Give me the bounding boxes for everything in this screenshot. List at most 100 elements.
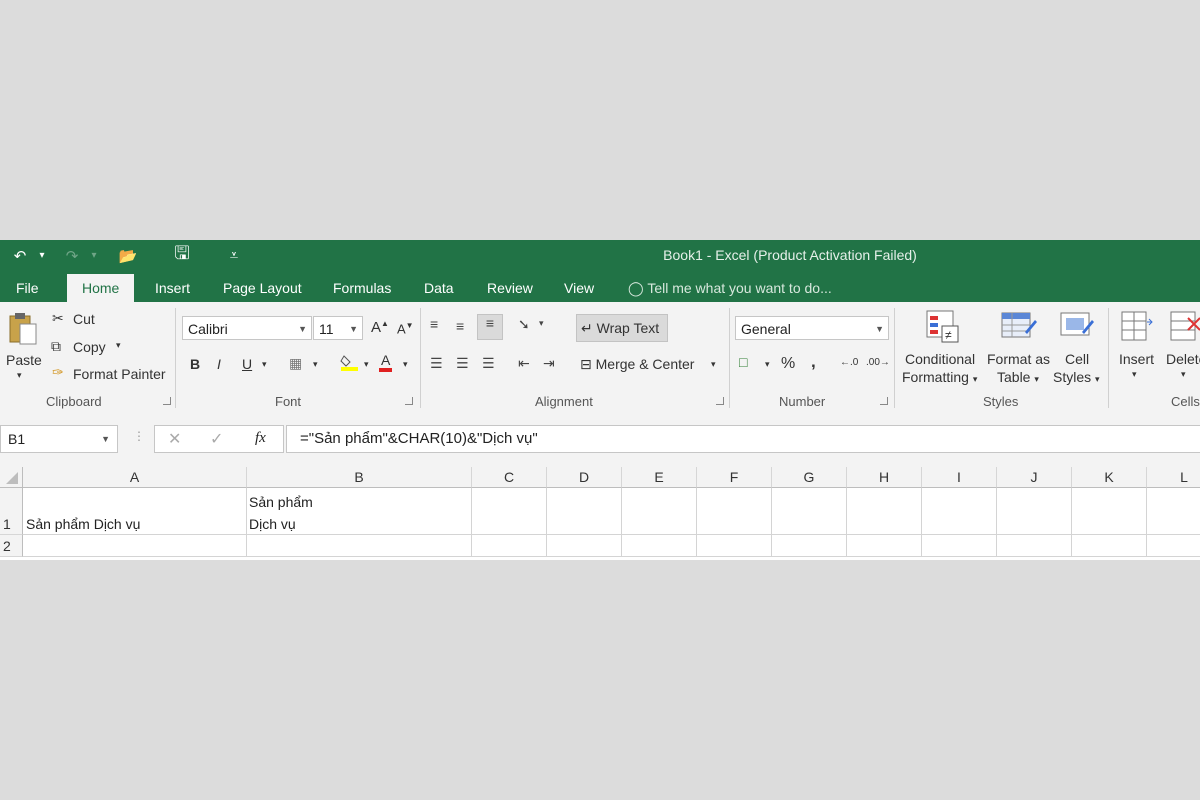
format-as-table-button-line2[interactable]: Table ▾ bbox=[997, 369, 1039, 385]
cell-i1[interactable] bbox=[922, 488, 997, 535]
column-header-c[interactable]: C bbox=[472, 467, 547, 488]
decrease-indent-icon[interactable]: ⇤ bbox=[518, 355, 530, 372]
cell-b2[interactable] bbox=[247, 535, 472, 557]
cell-a1[interactable]: Sản phẩm Dịch vụ bbox=[23, 488, 247, 535]
column-header-j[interactable]: J bbox=[997, 467, 1072, 488]
delete-cells-icon[interactable] bbox=[1170, 310, 1200, 344]
copy-button[interactable]: Copy bbox=[73, 339, 106, 355]
cell-l1[interactable] bbox=[1147, 488, 1200, 535]
drag-handle-icon[interactable]: ⋮ bbox=[133, 429, 145, 443]
select-all-corner[interactable] bbox=[0, 467, 23, 488]
accounting-dropdown-icon[interactable]: ▾ bbox=[765, 359, 770, 370]
tab-view[interactable]: View bbox=[564, 271, 594, 302]
fill-color-icon[interactable] bbox=[340, 352, 358, 371]
undo-dropdown-icon[interactable]: ▾ bbox=[36, 240, 48, 271]
cell-l2[interactable] bbox=[1147, 535, 1200, 557]
cell-f2[interactable] bbox=[697, 535, 772, 557]
row-header-1[interactable]: 1 bbox=[0, 488, 23, 535]
shrink-font-button[interactable]: A▼ bbox=[397, 321, 414, 336]
copy-icon[interactable]: ⧉ bbox=[51, 338, 61, 355]
underline-button[interactable]: U bbox=[242, 356, 252, 372]
column-header-d[interactable]: D bbox=[547, 467, 622, 488]
merge-dropdown-icon[interactable]: ▾ bbox=[711, 359, 716, 370]
decrease-decimal-icon[interactable]: .00→ bbox=[866, 357, 890, 368]
cell-f1[interactable] bbox=[697, 488, 772, 535]
align-bottom-icon[interactable]: ≡ bbox=[477, 314, 503, 340]
tell-me-box[interactable]: ◯ Tell me what you want to do... bbox=[628, 271, 832, 302]
column-header-l[interactable]: L bbox=[1147, 467, 1200, 488]
enter-icon[interactable]: ✓ bbox=[210, 429, 223, 449]
cell-g2[interactable] bbox=[772, 535, 847, 557]
align-left-icon[interactable]: ☰ bbox=[430, 355, 443, 372]
tab-review[interactable]: Review bbox=[487, 271, 533, 302]
accounting-format-icon[interactable]: □ bbox=[739, 354, 747, 370]
align-top-icon[interactable]: ≡ bbox=[430, 316, 438, 332]
redo-dropdown-icon[interactable]: ▾ bbox=[88, 240, 100, 271]
borders-dropdown-icon[interactable]: ▾ bbox=[313, 359, 318, 370]
cancel-icon[interactable]: ✕ bbox=[168, 429, 181, 449]
formula-input[interactable]: ="Sản phẩm"&CHAR(10)&"Dịch vụ" bbox=[286, 425, 1200, 453]
orientation-icon[interactable]: ➘ bbox=[518, 316, 530, 333]
bold-button[interactable]: B bbox=[190, 356, 200, 372]
tab-formulas[interactable]: Formulas bbox=[333, 271, 391, 302]
borders-icon[interactable]: ▦ bbox=[289, 355, 302, 372]
cell-styles-icon[interactable] bbox=[1060, 310, 1094, 344]
insert-cells-icon[interactable] bbox=[1121, 310, 1153, 344]
undo-icon[interactable]: ↶ bbox=[8, 240, 32, 271]
align-center-icon[interactable]: ☰ bbox=[456, 355, 469, 372]
italic-button[interactable]: I bbox=[217, 356, 221, 372]
insert-dropdown-icon[interactable]: ▾ bbox=[1132, 369, 1137, 380]
merge-center-button[interactable]: ⊟ Merge & Center bbox=[580, 356, 694, 373]
number-launcher-icon[interactable] bbox=[880, 397, 888, 405]
cell-styles-button[interactable]: Cell bbox=[1065, 351, 1089, 367]
format-as-table-icon[interactable] bbox=[1001, 310, 1037, 344]
cell-k2[interactable] bbox=[1072, 535, 1147, 557]
font-color-dropdown-icon[interactable]: ▾ bbox=[403, 359, 408, 370]
cell-styles-button-line2[interactable]: Styles ▾ bbox=[1053, 369, 1100, 385]
fill-color-dropdown-icon[interactable]: ▾ bbox=[364, 359, 369, 370]
conditional-formatting-button-line2[interactable]: Formatting ▾ bbox=[902, 369, 977, 385]
cell-d2[interactable] bbox=[547, 535, 622, 557]
comma-button[interactable]: , bbox=[811, 352, 816, 372]
delete-cells-button[interactable]: Delete bbox=[1166, 351, 1200, 367]
column-header-b[interactable]: B bbox=[247, 467, 472, 488]
tab-file[interactable]: File bbox=[16, 271, 39, 302]
conditional-formatting-icon[interactable]: ≠ bbox=[926, 310, 959, 344]
cell-k1[interactable] bbox=[1072, 488, 1147, 535]
cell-e1[interactable] bbox=[622, 488, 697, 535]
grow-font-button[interactable]: A▲ bbox=[371, 319, 389, 336]
tab-insert[interactable]: Insert bbox=[155, 271, 190, 302]
column-header-k[interactable]: K bbox=[1072, 467, 1147, 488]
save-icon[interactable]: 🖫 bbox=[168, 240, 196, 271]
clipboard-launcher-icon[interactable] bbox=[163, 397, 171, 405]
cell-c2[interactable] bbox=[472, 535, 547, 557]
underline-dropdown-icon[interactable]: ▾ bbox=[262, 359, 267, 370]
cell-h1[interactable] bbox=[847, 488, 922, 535]
column-header-h[interactable]: H bbox=[847, 467, 922, 488]
font-name-select[interactable]: Calibri ▼ bbox=[182, 316, 312, 340]
copy-dropdown-icon[interactable]: ▾ bbox=[116, 340, 121, 351]
tab-data[interactable]: Data bbox=[424, 271, 454, 302]
customize-qat-icon[interactable]: ⩡ bbox=[224, 240, 244, 271]
format-painter-icon[interactable]: ✑ bbox=[52, 364, 64, 381]
cell-j1[interactable] bbox=[997, 488, 1072, 535]
column-header-i[interactable]: I bbox=[922, 467, 997, 488]
column-header-f[interactable]: F bbox=[697, 467, 772, 488]
delete-dropdown-icon[interactable]: ▾ bbox=[1181, 369, 1186, 380]
format-as-table-button[interactable]: Format as bbox=[987, 351, 1050, 367]
insert-cells-button[interactable]: Insert bbox=[1119, 351, 1154, 367]
cut-icon[interactable]: ✂ bbox=[52, 310, 64, 327]
cell-b1[interactable]: Sản phẩm Dịch vụ bbox=[247, 488, 472, 535]
open-icon[interactable]: 📂 bbox=[114, 240, 142, 271]
align-right-icon[interactable]: ☰ bbox=[482, 355, 495, 372]
wrap-text-button[interactable]: ↵ Wrap Text bbox=[576, 314, 669, 342]
font-launcher-icon[interactable] bbox=[405, 397, 413, 405]
paste-button[interactable]: Paste bbox=[6, 352, 42, 368]
cell-i2[interactable] bbox=[922, 535, 997, 557]
font-color-icon[interactable]: A bbox=[379, 352, 393, 372]
column-header-g[interactable]: G bbox=[772, 467, 847, 488]
cell-c1[interactable] bbox=[472, 488, 547, 535]
increase-indent-icon[interactable]: ⇥ bbox=[543, 355, 555, 372]
cell-h2[interactable] bbox=[847, 535, 922, 557]
cell-g1[interactable] bbox=[772, 488, 847, 535]
